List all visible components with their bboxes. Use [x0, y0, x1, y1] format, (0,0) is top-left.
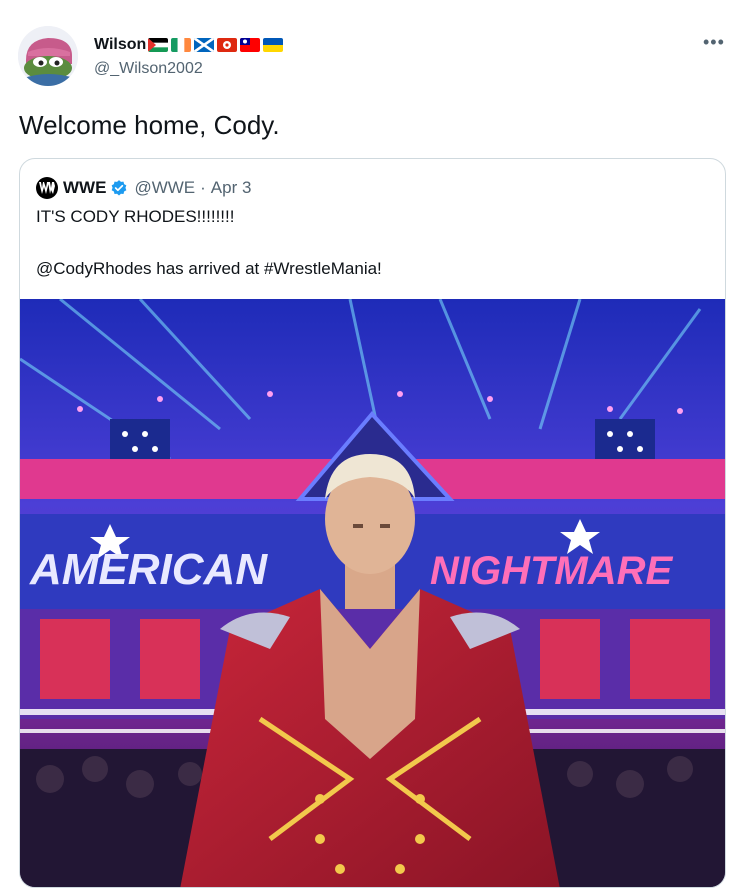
flag-hong-kong-icon [217, 38, 238, 52]
author-name-row: Wilson [94, 35, 284, 55]
wwe-avatar[interactable] [36, 177, 58, 199]
quoted-text-line-2: @CodyRhodes has arrived at #WrestleMania… [36, 259, 382, 278]
quoted-separator: · [200, 178, 206, 197]
author-avatar[interactable] [18, 26, 78, 86]
quoted-tweet-card[interactable]: WWE @WWE · Apr 3 IT'S CODY RHODES!!!!!!!… [19, 158, 726, 888]
wrestler-entrance-photo: AMERICAN NIGHTMARE [20, 299, 725, 887]
flag-ireland-icon [171, 38, 192, 52]
author-handle[interactable]: @_Wilson2002 [94, 60, 203, 78]
author-name[interactable]: Wilson [94, 36, 146, 54]
quoted-text-line-1: IT'S CODY RHODES!!!!!!!! [36, 207, 235, 226]
flag-taiwan-icon [240, 38, 261, 52]
media-caption-right: NIGHTMARE [430, 549, 674, 593]
quoted-media-image[interactable]: AMERICAN NIGHTMARE [20, 299, 725, 887]
flag-list [148, 38, 284, 52]
flag-scotland-icon [194, 38, 215, 52]
quoted-author-name[interactable]: WWE [63, 178, 106, 198]
media-caption-left: AMERICAN [29, 545, 268, 594]
quoted-author-handle[interactable]: @WWE [134, 178, 195, 198]
flag-palestine-icon [148, 38, 169, 52]
quoted-tweet-header: WWE @WWE · Apr 3 [36, 177, 251, 199]
verified-badge-icon [112, 180, 127, 196]
flag-ukraine-icon [263, 38, 284, 52]
quoted-date[interactable]: Apr 3 [211, 178, 252, 198]
wwe-logo-icon [39, 182, 55, 194]
pepe-avatar-icon [18, 26, 78, 86]
more-options-icon[interactable]: ••• [703, 32, 725, 53]
tweet-text: Welcome home, Cody. [19, 110, 280, 140]
